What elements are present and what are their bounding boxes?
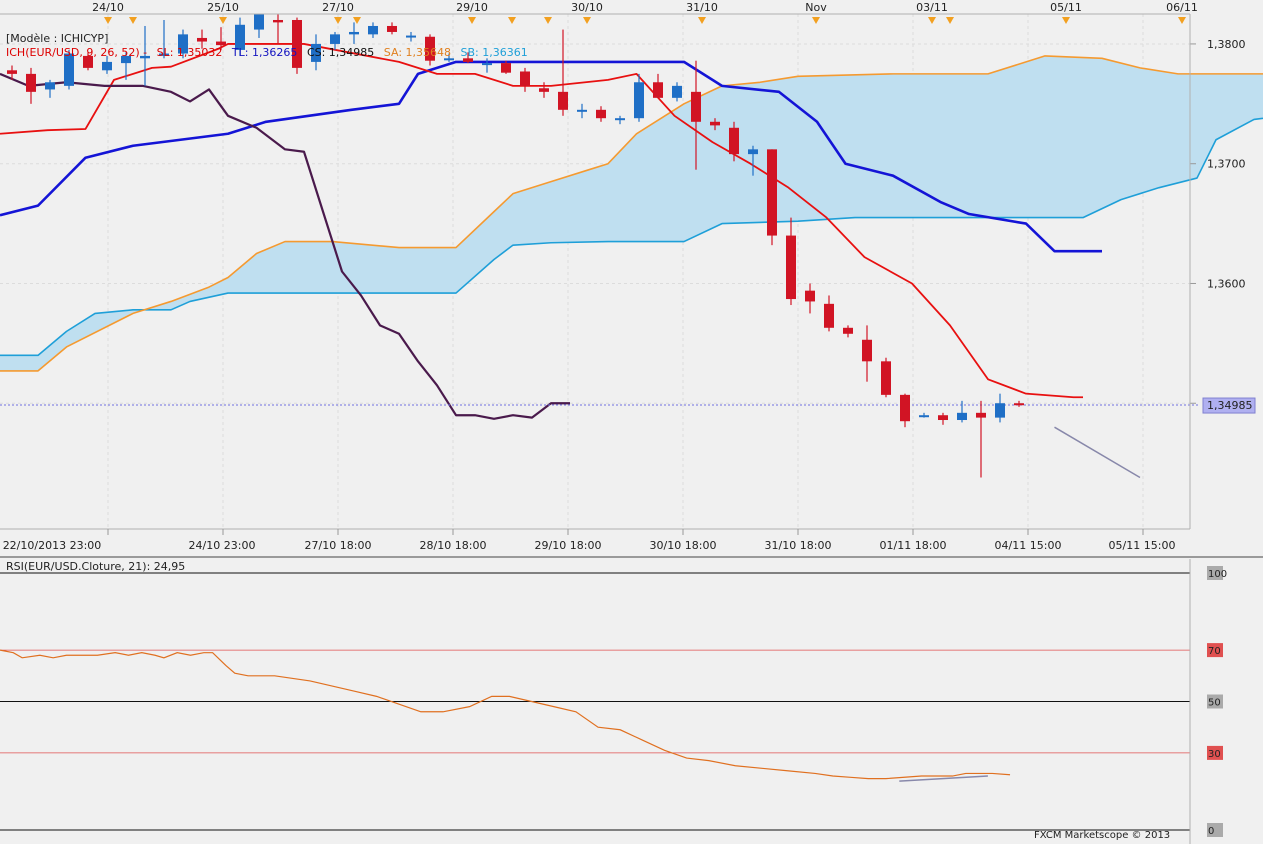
watermark: FXCM Marketscope © 2013 (1034, 830, 1170, 841)
top-date-label: 31/10 (686, 1, 718, 14)
top-date-label: 06/11 (1166, 1, 1198, 14)
top-date-label: Nov (805, 1, 827, 14)
candle-body (102, 61, 112, 71)
cs-legend: CS: 1,34985 (307, 46, 374, 59)
candle-body (634, 82, 644, 119)
candle-body (406, 35, 416, 38)
ich-legend: ICH(EUR/USD, 9, 26, 52) - (6, 46, 147, 59)
candle-body (197, 37, 207, 42)
candle-body (691, 91, 701, 122)
x-tick-label: 28/10 18:00 (420, 539, 487, 552)
candle-body (216, 41, 226, 46)
candle-body (368, 25, 378, 35)
rsi-level-label: 0 (1208, 826, 1214, 837)
candle-body (520, 71, 530, 86)
candle-body (501, 63, 511, 73)
candle-body (577, 109, 587, 112)
rsi-panel: 100 70 50 30 0 RSI(EUR/USD.Cloture, 21): 24,… (0, 556, 1263, 844)
top-date-label: 29/10 (456, 1, 488, 14)
y-tick-label: 1,3700 (1207, 158, 1246, 171)
x-tick-label: 05/11 15:00 (1109, 539, 1176, 552)
candle-body (349, 31, 359, 35)
candle-body (596, 109, 606, 119)
candle-body (482, 63, 492, 66)
rsi-level-label: 50 (1208, 698, 1221, 709)
candle-body (330, 34, 340, 44)
candle-body (26, 73, 36, 92)
candle-body (919, 415, 929, 418)
tl-legend: TL: 1,36265 (231, 46, 298, 59)
candle-body (900, 394, 910, 422)
sl-legend: SL: 1,35032 (157, 46, 223, 59)
indicator-legend[interactable]: ICH(EUR/USD, 9, 26, 52) - SL: 1,35032 TL… (6, 46, 528, 59)
top-date-label: 25/10 (207, 1, 239, 14)
sa-legend: SA: 1,35648 (384, 46, 451, 59)
top-date-label: 05/11 (1050, 1, 1082, 14)
price-panel: 1,38001,37001,36001,3500 24/1025/1027/10… (0, 1, 1263, 552)
candle-body (805, 290, 815, 302)
candle-body (387, 25, 397, 32)
candle-body (976, 412, 986, 418)
candle-body (862, 339, 872, 362)
top-date-label: 24/10 (92, 1, 124, 14)
candle-body (653, 82, 663, 98)
candle-body (273, 19, 283, 23)
candle-body (786, 235, 796, 300)
candle-body (672, 85, 682, 98)
candle-body (45, 82, 55, 90)
candle-body (881, 361, 891, 395)
candle-body (767, 149, 777, 236)
candle-body (729, 127, 739, 155)
x-tick-label: 22/10/2013 23:00 (3, 539, 102, 552)
y-tick-label: 1,3600 (1207, 277, 1246, 290)
x-tick-label: 01/11 18:00 (880, 539, 947, 552)
x-tick-label: 30/10 18:00 (650, 539, 717, 552)
x-tick-label: 24/10 23:00 (189, 539, 256, 552)
candle-body (292, 19, 302, 68)
candle-body (254, 14, 264, 30)
x-tick-label: 27/10 18:00 (305, 539, 372, 552)
rsi-level-label: 30 (1208, 749, 1221, 760)
top-date-label: 03/11 (916, 1, 948, 14)
x-tick-label: 29/10 18:00 (535, 539, 602, 552)
candle-body (843, 327, 853, 334)
candle-body (710, 121, 720, 126)
last-price-tag-text: 1,34985 (1207, 399, 1253, 412)
sb-legend: SB: 1,36361 (461, 46, 528, 59)
top-date-label: 30/10 (571, 1, 603, 14)
template-label: [Modèle : ICHICYP] (6, 32, 108, 45)
x-tick-label: 04/11 15:00 (995, 539, 1062, 552)
x-tick-label: 31/10 18:00 (765, 539, 832, 552)
candle-body (748, 149, 758, 155)
candle-body (558, 91, 568, 110)
bottom-date-axis: 22/10/2013 23:00 24/10 23:00 27/10 18:00 28… (3, 529, 1176, 552)
candle-body (7, 70, 17, 74)
chart-canvas: 1,38001,37001,36001,3500 24/1025/1027/10… (0, 1, 1263, 844)
candle-body (938, 415, 948, 421)
y-tick-label: 1,3800 (1207, 38, 1246, 51)
candle-body (1014, 403, 1024, 406)
rsi-level-label: 100 (1208, 569, 1227, 580)
rsi-level-label: 70 (1208, 646, 1221, 657)
candle-body (957, 412, 967, 421)
candle-body (995, 403, 1005, 418)
top-date-label: 27/10 (322, 1, 354, 14)
rsi-legend[interactable]: RSI(EUR/USD.Cloture, 21): 24,95 (6, 560, 185, 573)
candle-body (824, 303, 834, 328)
candle-body (615, 118, 625, 121)
candle-body (539, 88, 549, 92)
last-price-tag: 1,34985 (1202, 397, 1256, 414)
